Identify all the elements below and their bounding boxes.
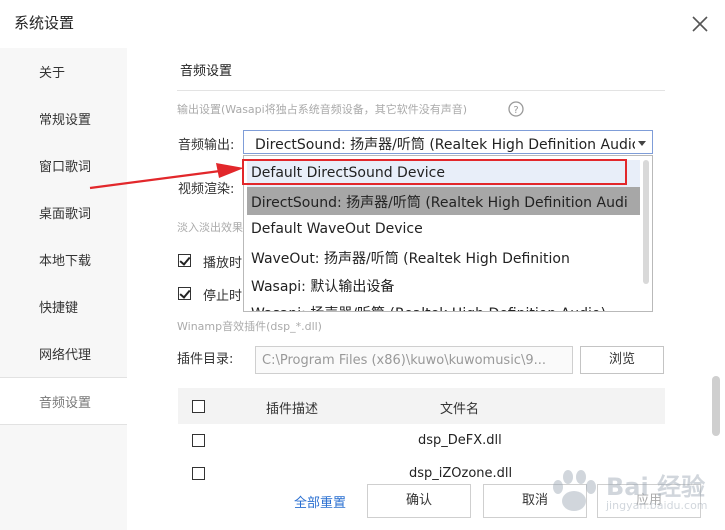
scrollbar-thumb[interactable]: [712, 376, 720, 436]
video-render-label: 视频渲染:: [178, 182, 235, 197]
dropdown-option[interactable]: Wasapi: 扬声器/听筒 (Realtek High Definition …: [247, 298, 640, 311]
confirm-button[interactable]: 确认: [367, 484, 471, 518]
watermark: Bai 经验 jingyan.baidu.com: [540, 465, 720, 525]
sidebar-item-shortcuts[interactable]: 快捷键: [0, 283, 127, 329]
audio-output-label: 音频输出:: [178, 138, 235, 153]
dropdown-option[interactable]: Wasapi: 默认输出设备: [247, 271, 640, 299]
dropdown-option[interactable]: Default WaveOut Device: [247, 216, 640, 244]
plugin-description: Winamp音效插件(dsp_*.dll): [177, 320, 322, 333]
plugin-file-cell: dsp_DeFX.dll: [418, 433, 502, 448]
plugin-dir-value: C:\Program Files (x86)\kuwo\kuwomusic\9.…: [262, 353, 547, 368]
sidebar-item-audio[interactable]: 音频设置: [0, 377, 127, 425]
highlight-box: [242, 159, 627, 185]
sidebar-item-label: 窗口歌词: [39, 160, 92, 175]
fade-on-play-label: 播放时: [203, 256, 243, 271]
dropdown-option-label: DirectSound: 扬声器/听筒 (Realtek High Defini…: [251, 195, 628, 211]
sidebar-item-desktop-lyrics[interactable]: 桌面歌词: [0, 189, 127, 235]
plugin-dir-label: 插件目录:: [177, 352, 234, 367]
audio-output-select[interactable]: DirectSound: 扬声器/听筒 (Realtek High Defini…: [243, 130, 653, 154]
audio-output-value: DirectSound: 扬声器/听筒 (Realtek High Defini…: [255, 137, 635, 153]
table-header: 插件描述 文件名: [178, 388, 665, 424]
reset-all-link[interactable]: 全部重置: [294, 492, 346, 511]
dropdown-option[interactable]: DirectSound: 扬声器/听筒 (Realtek High Defini…: [247, 187, 640, 215]
help-icon[interactable]: ?: [508, 101, 524, 117]
plugin-file-cell: dsp_iZOzone.dll: [409, 466, 513, 481]
row-checkbox[interactable]: [192, 467, 205, 480]
plugin-dir-input[interactable]: C:\Program Files (x86)\kuwo\kuwomusic\9.…: [255, 346, 573, 374]
section-divider: [177, 90, 665, 91]
sidebar-item-label: 音频设置: [39, 396, 92, 411]
section-title: 音频设置: [180, 64, 233, 79]
column-header-file: 文件名: [440, 402, 480, 417]
paw-logo-icon: [553, 470, 596, 511]
dropdown-option-label: Default WaveOut Device: [251, 221, 423, 237]
sidebar-item-window-lyrics[interactable]: 窗口歌词: [0, 142, 127, 188]
browse-button[interactable]: 浏览: [580, 346, 664, 374]
dropdown-scrollbar[interactable]: [643, 160, 649, 284]
chevron-down-icon: [638, 141, 646, 146]
sidebar-item-about[interactable]: 关于: [0, 48, 127, 94]
sidebar-item-label: 桌面歌词: [39, 207, 92, 222]
column-header-desc: 插件描述: [266, 402, 319, 417]
sidebar-item-local-download[interactable]: 本地下载: [0, 236, 127, 282]
watermark-sub: jingyan.baidu.com: [606, 499, 708, 512]
window-title: 系统设置: [14, 14, 75, 32]
dropdown-option[interactable]: WaveOut: 扬声器/听筒 (Realtek High Definition: [247, 243, 640, 271]
sidebar-item-network-proxy[interactable]: 网络代理: [0, 330, 127, 376]
sidebar-item-label: 常规设置: [39, 113, 92, 128]
dropdown-option-label: WaveOut: 扬声器/听筒 (Realtek High Definition: [251, 251, 570, 267]
dropdown-option-label: Wasapi: 扬声器/听筒 (Realtek High Definition …: [251, 303, 606, 311]
close-icon[interactable]: [690, 14, 710, 34]
fade-on-stop-checkbox[interactable]: [178, 287, 191, 300]
sidebar-item-label: 本地下载: [39, 254, 92, 269]
dropdown-option-label: Wasapi: 默认输出设备: [251, 279, 395, 295]
output-description: 输出设置(Wasapi将独占系统音频设备，其它软件没有声音): [177, 103, 468, 116]
fade-on-play-checkbox[interactable]: [178, 254, 191, 267]
select-all-checkbox[interactable]: [192, 400, 205, 413]
fade-label: 淡入淡出效果: [177, 221, 243, 234]
svg-text:?: ?: [513, 105, 518, 116]
sidebar-item-label: 网络代理: [39, 348, 92, 363]
sidebar-item-label: 关于: [39, 66, 66, 81]
sidebar-item-label: 快捷键: [39, 301, 79, 316]
watermark-text: Bai 经验: [606, 473, 706, 501]
sidebar-item-general[interactable]: 常规设置: [0, 95, 127, 141]
row-checkbox[interactable]: [192, 434, 205, 447]
sidebar: 关于 常规设置 窗口歌词 桌面歌词 本地下载 快捷键 网络代理 音频设置: [0, 48, 127, 530]
fade-on-stop-label: 停止时: [203, 289, 243, 304]
